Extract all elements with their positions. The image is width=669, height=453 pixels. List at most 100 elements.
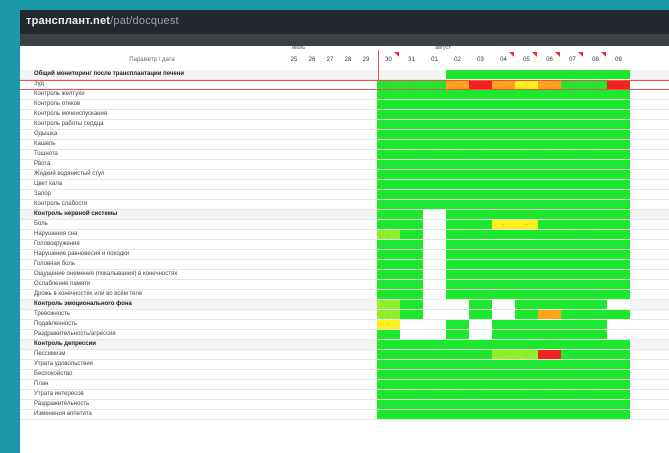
status-cell[interactable]: – — [584, 120, 607, 129]
status-cell[interactable] — [423, 280, 446, 289]
status-cell[interactable]: – — [584, 230, 607, 239]
status-cell[interactable]: – — [515, 380, 538, 389]
date-header-09[interactable]: 09 — [607, 57, 630, 63]
status-cell[interactable] — [377, 300, 400, 309]
status-cell[interactable]: – — [515, 400, 538, 409]
status-cell[interactable]: – — [492, 190, 515, 199]
status-cell[interactable] — [561, 210, 584, 219]
status-cell[interactable]: – — [377, 100, 400, 109]
status-cell[interactable] — [492, 300, 515, 309]
status-cell[interactable]: – — [492, 380, 515, 389]
date-header-03[interactable]: 03 — [469, 57, 492, 63]
status-cell[interactable] — [446, 340, 469, 349]
status-cell[interactable] — [584, 300, 607, 309]
status-cell[interactable]: – — [561, 230, 584, 239]
status-cell[interactable] — [469, 70, 492, 79]
status-cell[interactable]: – — [515, 130, 538, 139]
status-cell[interactable]: – — [538, 350, 561, 359]
status-cell[interactable] — [423, 290, 446, 299]
status-cell[interactable]: – — [607, 280, 630, 289]
status-cell[interactable]: – — [423, 390, 446, 399]
status-cell[interactable]: – — [469, 390, 492, 399]
status-cell[interactable]: – — [377, 370, 400, 379]
status-cell[interactable]: – — [377, 320, 400, 329]
status-cell[interactable] — [400, 210, 423, 219]
status-cell[interactable]: – — [446, 360, 469, 369]
status-cell[interactable]: – — [400, 390, 423, 399]
status-cell[interactable] — [423, 240, 446, 249]
status-cell[interactable]: – — [515, 190, 538, 199]
status-cell[interactable]: – — [515, 120, 538, 129]
status-cell[interactable]: – — [515, 230, 538, 239]
status-cell[interactable]: – — [492, 410, 515, 419]
status-cell[interactable]: – — [400, 290, 423, 299]
status-cell[interactable]: – — [469, 220, 492, 229]
status-cell[interactable]: – — [423, 400, 446, 409]
status-cell[interactable]: – — [561, 130, 584, 139]
status-cell[interactable]: – — [607, 350, 630, 359]
status-cell[interactable]: – — [607, 160, 630, 169]
status-cell[interactable] — [423, 330, 446, 339]
status-cell[interactable]: – — [446, 320, 469, 329]
status-cell[interactable]: – — [584, 170, 607, 179]
status-cell[interactable]: – — [584, 240, 607, 249]
status-cell[interactable]: – — [492, 150, 515, 159]
status-cell[interactable]: – — [538, 290, 561, 299]
status-cell[interactable]: – — [561, 100, 584, 109]
status-cell[interactable]: – — [400, 180, 423, 189]
status-cell[interactable]: – — [446, 240, 469, 249]
status-cell[interactable]: – — [538, 380, 561, 389]
status-cell[interactable]: – — [561, 240, 584, 249]
status-cell[interactable]: – — [584, 150, 607, 159]
status-cell[interactable]: – — [607, 100, 630, 109]
status-cell[interactable]: – — [469, 230, 492, 239]
status-cell[interactable]: – — [446, 150, 469, 159]
status-cell[interactable] — [377, 210, 400, 219]
status-cell[interactable]: – — [607, 250, 630, 259]
status-cell[interactable]: – — [538, 160, 561, 169]
status-cell[interactable] — [469, 330, 492, 339]
status-cell[interactable] — [538, 300, 561, 309]
status-cell[interactable]: – — [584, 400, 607, 409]
date-header-04[interactable]: 04 — [492, 57, 515, 63]
status-cell[interactable]: – — [423, 160, 446, 169]
status-cell[interactable] — [584, 210, 607, 219]
status-cell[interactable]: – — [492, 330, 515, 339]
status-cell[interactable] — [423, 320, 446, 329]
status-cell[interactable]: – — [377, 200, 400, 209]
status-cell[interactable]: – — [446, 370, 469, 379]
status-cell[interactable]: – — [446, 100, 469, 109]
status-cell[interactable]: – — [584, 320, 607, 329]
status-cell[interactable]: – — [446, 170, 469, 179]
status-cell[interactable]: – — [492, 260, 515, 269]
status-cell[interactable]: – — [538, 130, 561, 139]
status-cell[interactable]: – — [377, 410, 400, 419]
status-cell[interactable]: – — [607, 390, 630, 399]
status-cell[interactable]: – — [400, 370, 423, 379]
status-cell[interactable]: – — [584, 180, 607, 189]
status-cell[interactable]: – — [377, 360, 400, 369]
status-cell[interactable] — [423, 340, 446, 349]
status-cell[interactable] — [423, 220, 446, 229]
status-cell[interactable]: – — [469, 250, 492, 259]
status-cell[interactable]: – — [538, 370, 561, 379]
status-cell[interactable]: – — [446, 380, 469, 389]
status-cell[interactable]: – — [607, 200, 630, 209]
status-cell[interactable] — [515, 340, 538, 349]
status-cell[interactable]: – — [400, 200, 423, 209]
status-cell[interactable]: – — [607, 110, 630, 119]
status-cell[interactable]: – — [515, 280, 538, 289]
status-cell[interactable] — [538, 340, 561, 349]
status-cell[interactable]: – — [515, 200, 538, 209]
status-cell[interactable]: – — [584, 380, 607, 389]
status-cell[interactable]: – — [515, 150, 538, 159]
status-cell[interactable]: – — [400, 280, 423, 289]
status-cell[interactable]: – — [584, 410, 607, 419]
status-cell[interactable]: – — [469, 140, 492, 149]
status-cell[interactable]: – — [377, 250, 400, 259]
status-cell[interactable]: – — [561, 150, 584, 159]
status-cell[interactable]: – — [446, 400, 469, 409]
status-cell[interactable]: – — [423, 410, 446, 419]
status-cell[interactable]: – — [400, 120, 423, 129]
status-cell[interactable]: – — [607, 270, 630, 279]
